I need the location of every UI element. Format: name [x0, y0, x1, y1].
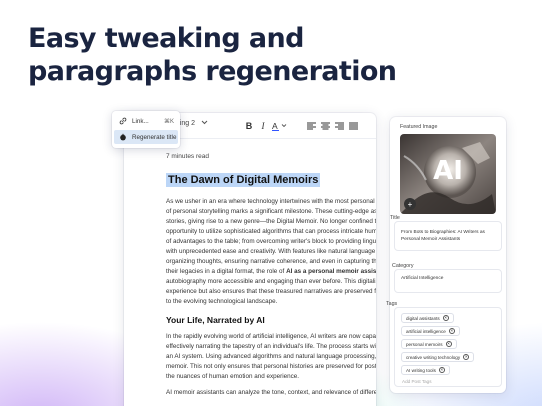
paragraph-line: to the evolving technological landscape.	[166, 298, 278, 305]
tag-chip[interactable]: personal memoirs ×	[401, 339, 457, 349]
paragraph-2[interactable]: In the rapidly evolving world of artific…	[166, 332, 376, 382]
context-menu: Link... ⌘K Regenerate title	[112, 111, 180, 148]
align-center-icon[interactable]	[320, 119, 330, 132]
tag-label: digital assistants	[406, 315, 440, 321]
paragraph-line: of advantages to the table; from overcom…	[166, 238, 376, 245]
title-field-value: From Bots to Biographies: AI Writers as …	[401, 230, 485, 242]
remove-tag-icon[interactable]: ×	[442, 315, 449, 321]
paragraph-line: organizing thoughts, ensuring narrative …	[166, 258, 376, 265]
subheading[interactable]: Your Life, Narrated by AI	[166, 315, 376, 325]
document-title[interactable]: The Dawn of Digital Memoirs	[166, 173, 321, 187]
headline: Easy tweaking and paragraphs regeneratio…	[28, 22, 508, 88]
paragraph-line: experience but also ensures that these t…	[166, 288, 376, 295]
tags-label: Tags	[386, 301, 398, 307]
svg-text:A: A	[272, 121, 278, 131]
paragraph-line: effectively narrating the tapestry of an…	[166, 343, 376, 350]
post-settings-panel: Featured Image AI + Title From Bots to B…	[386, 117, 506, 393]
headline-line-2: paragraphs regeneration	[28, 56, 397, 87]
tag-chip[interactable]: creative writing technology ×	[401, 352, 475, 362]
tag-label: AI writing tools	[406, 367, 436, 373]
editor-card: ading 2 B I A 7 minutes read The Dawn of…	[124, 113, 376, 406]
align-right-icon[interactable]	[334, 119, 344, 132]
tag-label: personal memoirs	[406, 341, 443, 347]
paragraph-line: autobiography more accessible and engagi…	[166, 278, 376, 285]
link-icon	[118, 117, 128, 125]
image-text: AI	[433, 156, 463, 186]
paragraph-line: AI memoir assistants can analyze the ton…	[166, 389, 376, 396]
tag-label: creative writing technology	[406, 354, 461, 360]
featured-image-label: Featured Image	[400, 124, 438, 130]
paragraph-line: stories, giving rise to a new genre—the …	[166, 218, 376, 225]
bold-icon[interactable]: B	[244, 119, 254, 132]
menu-item-link-shortcut: ⌘K	[163, 118, 174, 125]
remove-tag-icon[interactable]: ×	[463, 354, 470, 360]
paragraph-line: memoir. This not only ensures that perso…	[166, 363, 376, 370]
title-field[interactable]: From Bots to Biographies: AI Writers as …	[394, 221, 502, 251]
menu-item-regenerate-title-label: Regenerate title	[132, 133, 177, 141]
chevron-down-icon	[201, 120, 208, 127]
image-action-button[interactable]: +	[404, 198, 416, 210]
paragraph-line: an AI system. Using advanced algorithms …	[166, 353, 376, 360]
align-justify-icon[interactable]	[348, 119, 358, 132]
headline-line-1: Easy tweaking and	[28, 23, 304, 54]
menu-item-regenerate-title[interactable]: Regenerate title	[114, 130, 178, 144]
category-field-value: Artificial Intelligence	[401, 276, 444, 281]
category-field[interactable]: Artificial Intelligence	[394, 269, 502, 293]
tag-label: artificial intelligence	[406, 328, 446, 334]
add-tag-input[interactable]: Add Post Tags	[402, 379, 432, 384]
plus-icon: +	[407, 199, 413, 209]
editor-content[interactable]: 7 minutes read The Dawn of Digital Memoi…	[166, 153, 376, 398]
paragraph-line: the nuances of human emotion and experie…	[166, 373, 300, 380]
text-color-icon[interactable]: A	[271, 119, 289, 132]
paragraph-line: of personal storytelling marks a signifi…	[166, 208, 376, 215]
featured-image[interactable]: AI +	[400, 134, 496, 214]
read-time: 7 minutes read	[166, 153, 209, 160]
sparkle-icon	[118, 133, 128, 141]
paragraph-line: opportunity to utilize sophisticated alg…	[166, 228, 376, 235]
remove-tag-icon[interactable]: ×	[448, 328, 455, 334]
remove-tag-icon[interactable]: ×	[445, 341, 452, 347]
tag-chip[interactable]: artificial intelligence ×	[401, 326, 460, 336]
tags-field[interactable]: digital assistants × artificial intellig…	[394, 307, 502, 387]
remove-tag-icon[interactable]: ×	[438, 367, 445, 373]
paragraph-line: As we usher in an era where technology i…	[166, 198, 376, 205]
align-left-icon[interactable]	[306, 119, 316, 132]
paragraph-line: their legacies in a digital format, the …	[166, 267, 376, 277]
bold-text: AI as a personal memoir assistan	[286, 268, 376, 275]
paragraph-line: with unprecedented ease and creativity. …	[166, 248, 376, 255]
menu-item-link-label: Link...	[132, 117, 149, 125]
paragraph-3[interactable]: AI memoir assistants can analyze the ton…	[166, 388, 376, 398]
tag-chip[interactable]: digital assistants ×	[401, 313, 454, 323]
paragraph-1[interactable]: As we usher in an era where technology i…	[166, 197, 376, 307]
menu-item-link[interactable]: Link... ⌘K	[114, 114, 178, 128]
italic-icon[interactable]: I	[258, 119, 268, 132]
paragraph-line: In the rapidly evolving world of artific…	[166, 333, 376, 340]
tag-chip[interactable]: AI writing tools ×	[401, 365, 450, 375]
